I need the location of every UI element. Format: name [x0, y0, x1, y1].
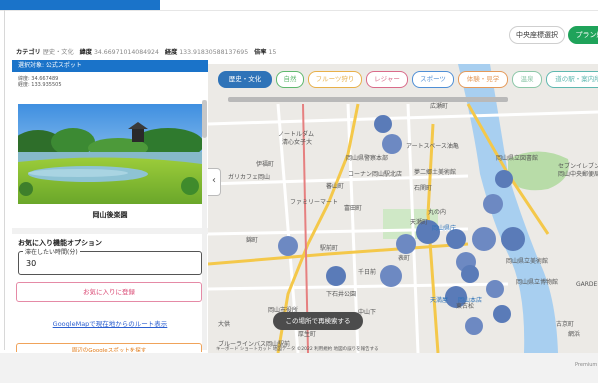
longitude-label: 経度 [164, 49, 178, 56]
spot-photo [18, 104, 202, 204]
category-chip[interactable]: 歴史・文化 [218, 71, 272, 88]
category-chip[interactable]: 道の駅・案内所 [546, 71, 598, 88]
coordinate-readout: カテゴリ 歴史・文化 緯度 34.66971014084924 経度 133.9… [16, 47, 280, 56]
panel-scrollbar[interactable] [202, 100, 207, 350]
plan-edit-button[interactable]: プラン編集 [568, 26, 598, 44]
stay-time-field[interactable]: 滞在したい時間(分) [18, 247, 202, 275]
svg-text:セブンイレブン: セブンイレブン [558, 162, 598, 170]
svg-text:岡山県庁: 岡山県庁 [432, 224, 456, 232]
nearby-google-spots-button[interactable]: 周辺のGoogleスポットを探す [16, 343, 202, 352]
left-edge-line [4, 10, 5, 350]
svg-text:清心女子大: 清心女子大 [282, 138, 312, 146]
spot-detail-panel: 選択対象: 公式スポット 緯度: 34.667489 経度: 133.93550… [12, 60, 208, 352]
category-label: カテゴリ [16, 49, 41, 56]
svg-text:岡山県立博物館: 岡山県立博物館 [516, 278, 558, 286]
svg-text:広瀬町: 広瀬町 [430, 102, 448, 110]
svg-text:伊福町: 伊福町 [256, 160, 274, 168]
svg-text:千日前: 千日前 [358, 268, 376, 276]
spot-longitude: 経度: 133.935505 [18, 82, 62, 88]
spot-name: 岡山後楽園 [92, 211, 128, 219]
central-coordinate-button[interactable]: 中央座標選択 [509, 26, 565, 44]
category-chip[interactable]: レジャー [366, 71, 408, 88]
search-this-area-button[interactable]: この場所で再検索する [273, 312, 363, 330]
stay-time-input[interactable] [24, 258, 198, 269]
svg-text:コーナン岡山駅北店: コーナン岡山駅北店 [348, 170, 402, 178]
latitude-value: 34.66971014084924 [93, 49, 159, 56]
top-divider [0, 10, 598, 11]
svg-text:大供: 大供 [218, 320, 230, 328]
svg-text:蕃山町: 蕃山町 [326, 182, 344, 190]
panel-scroll-thumb[interactable] [202, 100, 207, 138]
svg-text:天瀬町: 天瀬町 [410, 218, 428, 226]
map-attribution: キーボード ショートカット 地図データ ©2022 利用規約 地図の誤りを報告す… [216, 347, 379, 352]
category-chip[interactable]: 自然 [276, 71, 304, 88]
svg-text:丸の内: 丸の内 [428, 208, 446, 216]
category-chip[interactable]: スポーツ [412, 71, 454, 88]
premium-badge: Premium [575, 362, 598, 368]
latitude-label: 緯度 [79, 49, 92, 56]
longitude-value: 133.91830588137695 [179, 49, 249, 56]
svg-text:駅前町: 駅前町 [320, 244, 338, 252]
toolbar: 中央座標選択 プラン編集 [12, 22, 598, 50]
svg-text:網浜: 網浜 [568, 330, 580, 338]
category-chip[interactable]: 体験・見学 [458, 71, 508, 88]
map-horizontal-scrollbar[interactable] [228, 97, 508, 102]
svg-text:厚生町: 厚生町 [298, 330, 316, 338]
svg-text:天満屋: 天満屋 [430, 296, 448, 304]
category-value: 歴史・文化 [42, 49, 74, 56]
selected-target-header: 選択対象: 公式スポット [12, 60, 208, 72]
zoom-value: 15 [268, 49, 277, 56]
google-route-link[interactable]: GoogleMapで現在地からのルート表示 [12, 318, 208, 328]
category-chip[interactable]: 温泉 [512, 71, 542, 88]
stay-time-label: 滞在したい時間(分) [23, 247, 80, 256]
map-area[interactable]: 広瀬町 ノートルダム 清心女子大 伊福町 ガリカフェ岡山 岡山県警察本部 コーナ… [208, 64, 598, 353]
svg-text:岡山県立図書館: 岡山県立図書館 [496, 154, 538, 162]
svg-text:富田町: 富田町 [344, 204, 362, 212]
svg-text:ファミリーマート: ファミリーマート [290, 199, 338, 206]
svg-text:GARDEN: GARDEN [576, 281, 598, 288]
map-canvas[interactable]: 広瀬町 ノートルダム 清心女子大 伊福町 ガリカフェ岡山 岡山県警察本部 コーナ… [208, 64, 598, 353]
svg-text:岡山県立美術館: 岡山県立美術館 [506, 257, 548, 265]
svg-text:ノートルダム: ノートルダム [278, 130, 314, 138]
add-favorite-button[interactable]: お気に入りに登録 [16, 282, 202, 302]
category-chip[interactable]: フルーツ狩り [308, 71, 362, 88]
svg-text:古京町: 古京町 [556, 320, 574, 328]
section-divider [12, 228, 208, 234]
svg-text:表町: 表町 [398, 254, 410, 262]
svg-text:岡山県警察本部: 岡山県警察本部 [346, 154, 388, 162]
svg-text:石関町: 石関町 [414, 185, 432, 192]
zoom-label: 倍率 [254, 49, 267, 56]
svg-text:下石井公園: 下石井公園 [326, 290, 356, 298]
svg-text:岡山本店: 岡山本店 [458, 296, 482, 304]
top-accent-bar [0, 0, 160, 10]
collapse-panel-handle[interactable]: ‹ [208, 168, 221, 196]
svg-text:アートスペース油亀: アートスペース油亀 [406, 142, 459, 150]
svg-text:ガリカフェ岡山: ガリカフェ岡山 [228, 173, 270, 181]
bottom-area [0, 353, 598, 383]
svg-text:岡山中央郵便局: 岡山中央郵便局 [558, 170, 598, 178]
svg-text:錦町: 錦町 [246, 236, 258, 244]
svg-text:夢二郷土美術館: 夢二郷土美術館 [414, 168, 456, 176]
